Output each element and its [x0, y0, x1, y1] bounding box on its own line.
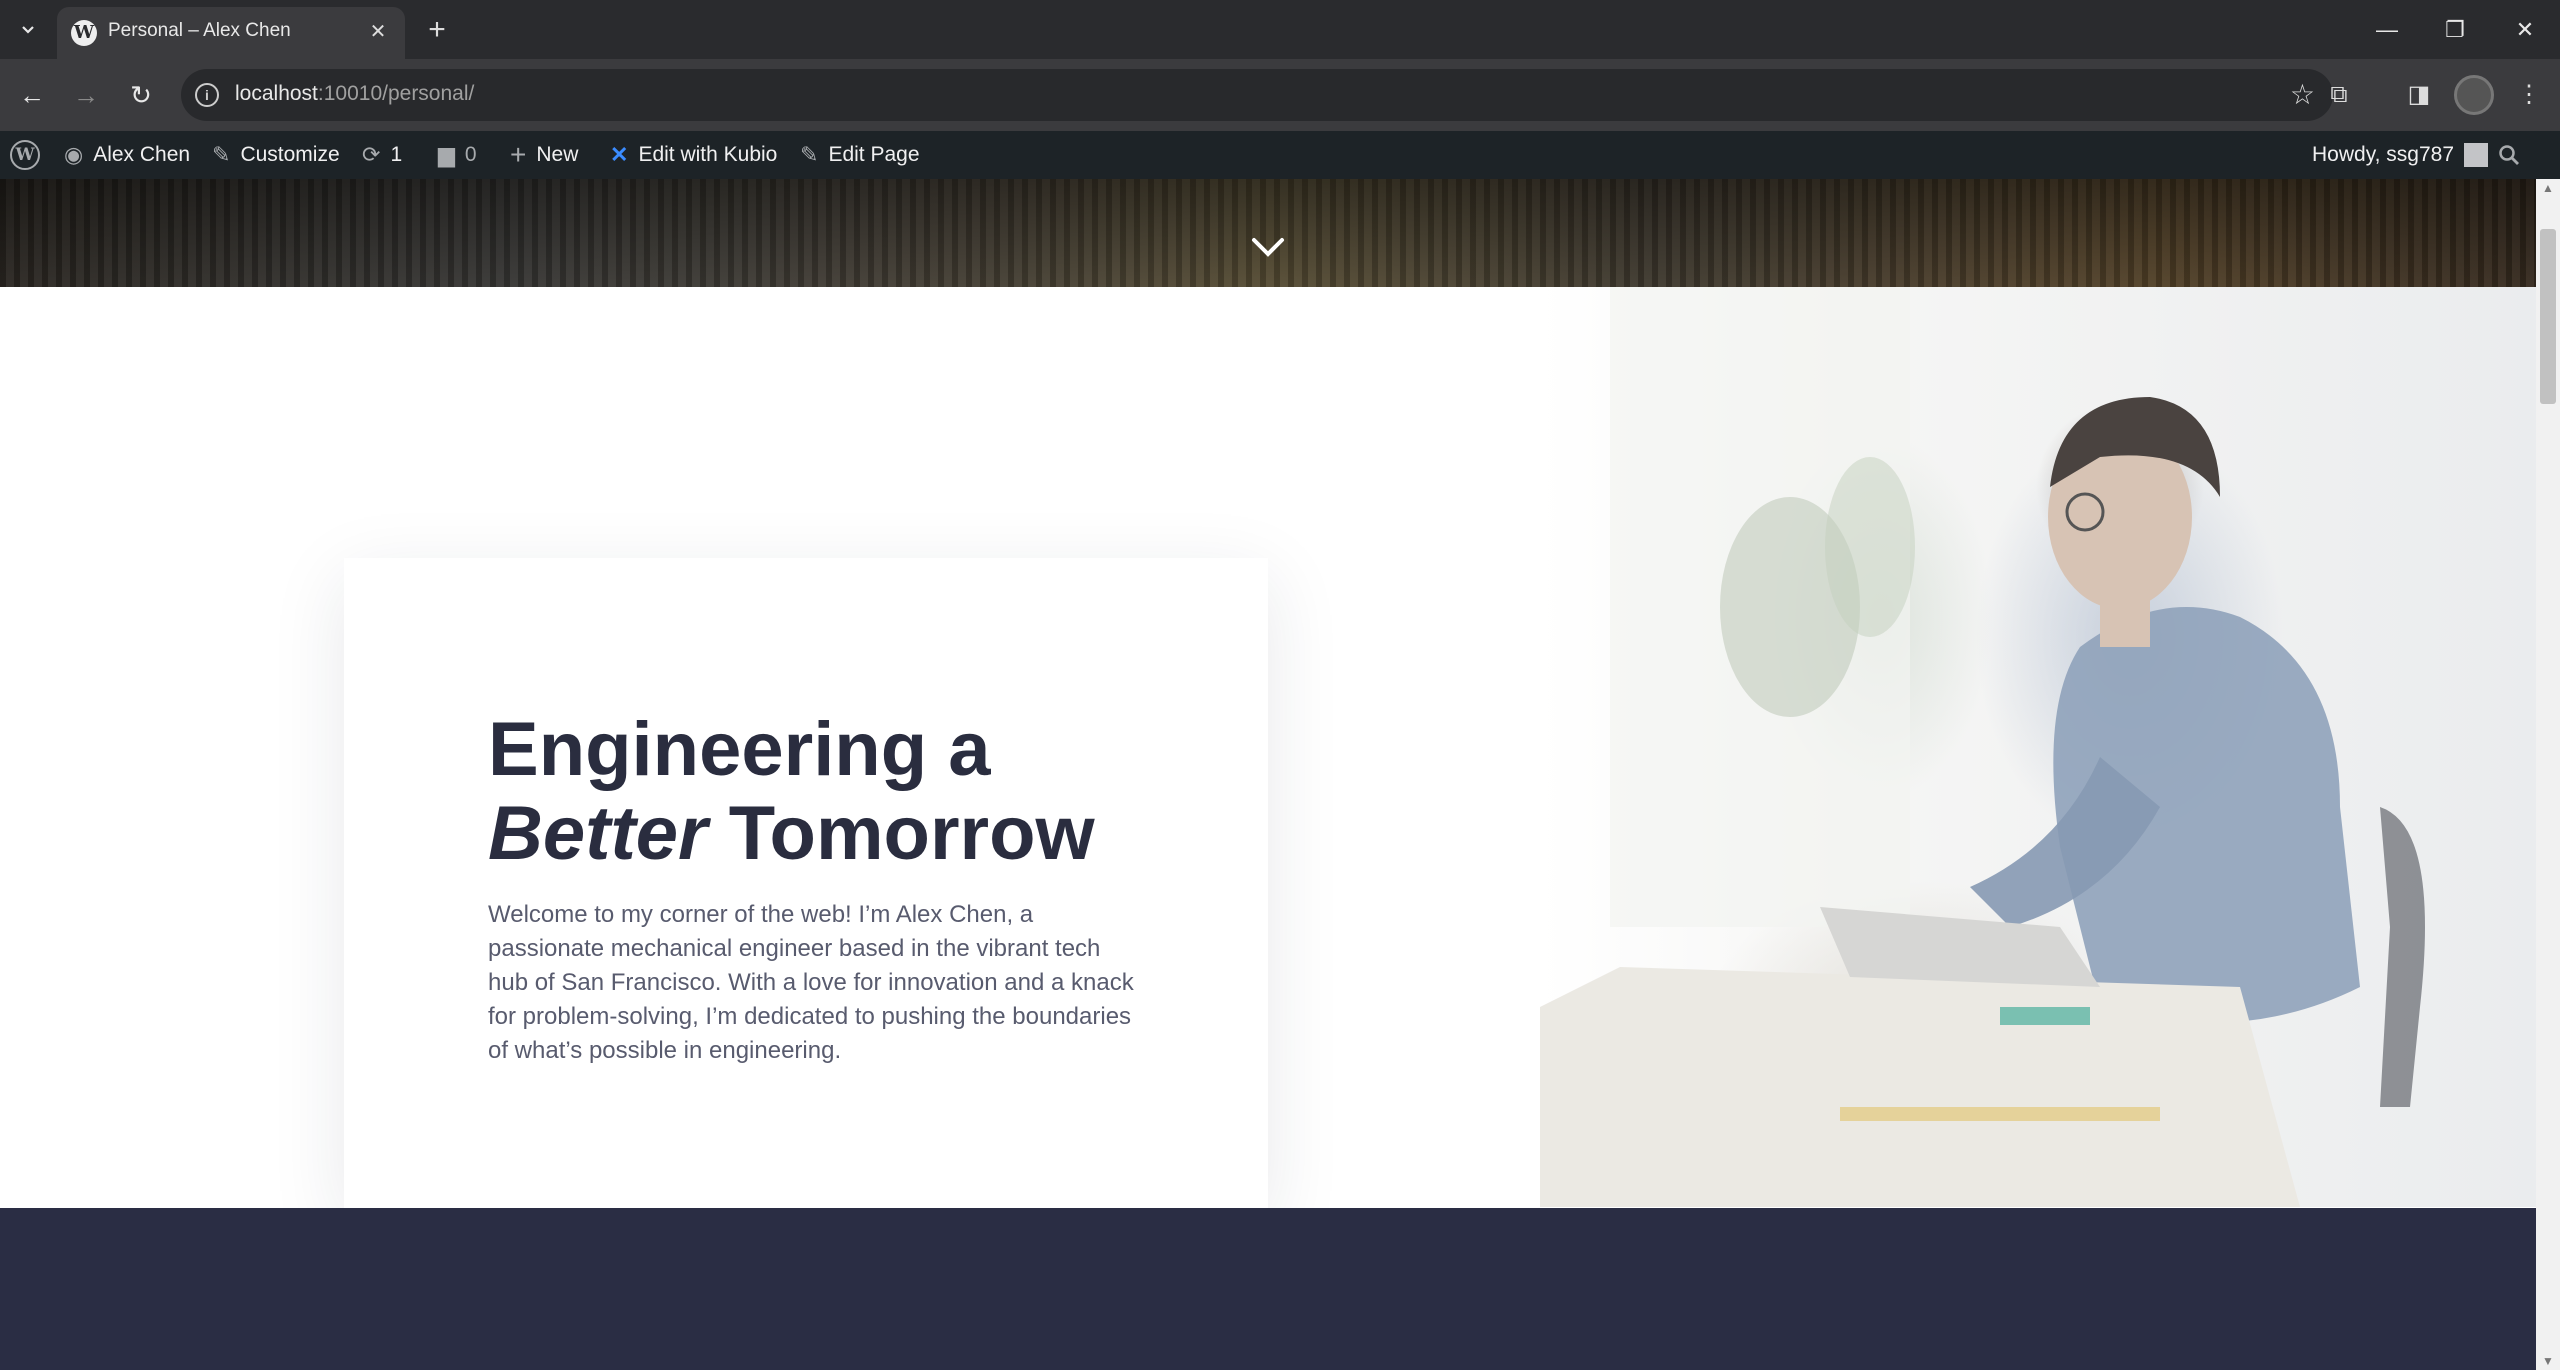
wordpress-favicon-icon: W	[71, 20, 97, 46]
kubio-icon: ✕	[610, 142, 629, 167]
new-tab-button[interactable]: +	[420, 14, 454, 48]
scroll-down-icon[interactable]: ▼	[2536, 1352, 2560, 1370]
bookmark-star-icon[interactable]: ☆	[2290, 79, 2315, 111]
updates-count: 1	[390, 143, 403, 166]
browser-tab-active[interactable]: W Personal – Alex Chen ✕	[57, 7, 405, 59]
scroll-thumb[interactable]	[2540, 229, 2556, 404]
my-account-menu[interactable]: Howdy, ssg787	[2312, 131, 2489, 179]
restore-button[interactable]: ❐	[2420, 10, 2490, 50]
site-info-icon[interactable]: i	[195, 83, 219, 107]
scroll-up-icon[interactable]: ▲	[2536, 179, 2560, 197]
user-avatar	[2464, 143, 2489, 167]
chevron-down-icon	[22, 26, 34, 34]
hero-heading: Engineering a Better Tomorrow	[488, 707, 1095, 876]
side-panel-icon[interactable]: ◨	[2400, 76, 2438, 114]
page-scrollbar[interactable]: ▲ ▼	[2536, 179, 2560, 1370]
intro-card: Engineering a Better Tomorrow Welcome to …	[344, 558, 1268, 1208]
pencil-icon: ✎	[800, 142, 819, 167]
site-name-menu[interactable]: ◉ Alex Chen	[64, 131, 190, 179]
admin-search[interactable]	[2498, 131, 2520, 179]
brush-icon: ✎	[212, 142, 231, 167]
updates-link[interactable]: ⟳ 1	[362, 131, 402, 179]
customize-label: Customize	[240, 143, 340, 166]
edit-page-label: Edit Page	[828, 143, 920, 166]
address-bar[interactable]: i localhost:10010/personal/ ☆	[181, 69, 2333, 121]
engineer-photo	[1540, 287, 2536, 1207]
new-label: New	[536, 143, 579, 166]
browser-tab-bar: W Personal – Alex Chen ✕ + — ❐ ✕	[0, 0, 2560, 59]
edit-with-kubio-link[interactable]: ✕ Edit with Kubio	[610, 131, 777, 179]
reload-button[interactable]: ↻	[122, 76, 160, 114]
comments-link[interactable]: ▆ 0	[438, 131, 477, 179]
howdy-label: Howdy, ssg787	[2312, 143, 2455, 166]
wp-logo-menu[interactable]: W	[10, 131, 40, 179]
profile-avatar[interactable]	[2454, 75, 2494, 115]
plus-icon: +	[510, 139, 527, 170]
back-button[interactable]: ←	[13, 76, 51, 114]
person-illustration	[1540, 287, 2425, 1207]
url-text[interactable]: localhost:10010/personal/	[235, 82, 474, 106]
dark-section	[0, 1208, 2536, 1370]
page-viewport: Engineering a Better Tomorrow Welcome to …	[0, 179, 2536, 1370]
wordpress-logo-icon: W	[10, 140, 40, 170]
comments-count: 0	[464, 143, 477, 166]
intro-paragraph: Welcome to my corner of the web! I’m Ale…	[488, 901, 1134, 1064]
wp-admin-bar: W ◉ Alex Chen ✎ Customize ⟳ 1 ▆ 0 + New …	[0, 131, 2560, 179]
close-window-button[interactable]: ✕	[2490, 10, 2560, 50]
search-icon	[2499, 145, 2519, 165]
browser-toolbar: ← → ↻ i localhost:10010/personal/ ☆ ⧉ ◨ …	[0, 59, 2560, 131]
tab-search-button[interactable]	[12, 15, 44, 45]
extensions-icon[interactable]: ⧉	[2320, 76, 2358, 114]
tab-title: Personal – Alex Chen	[108, 20, 291, 41]
forward-button[interactable]: →	[67, 76, 105, 114]
tab-close-icon[interactable]: ✕	[365, 19, 391, 45]
updates-icon: ⟳	[362, 142, 381, 167]
comment-icon: ▆	[438, 142, 455, 167]
minimize-button[interactable]: —	[2352, 10, 2422, 50]
customize-link[interactable]: ✎ Customize	[212, 131, 340, 179]
edit-kubio-label: Edit with Kubio	[638, 143, 778, 166]
site-name-label: Alex Chen	[93, 143, 191, 166]
scroll-down-arrow-icon[interactable]	[1250, 229, 1286, 265]
edit-page-link[interactable]: ✎ Edit Page	[800, 131, 920, 179]
dashboard-icon: ◉	[64, 142, 84, 167]
new-content-menu[interactable]: + New	[510, 131, 578, 179]
browser-menu-icon[interactable]: ⋮	[2510, 76, 2548, 114]
